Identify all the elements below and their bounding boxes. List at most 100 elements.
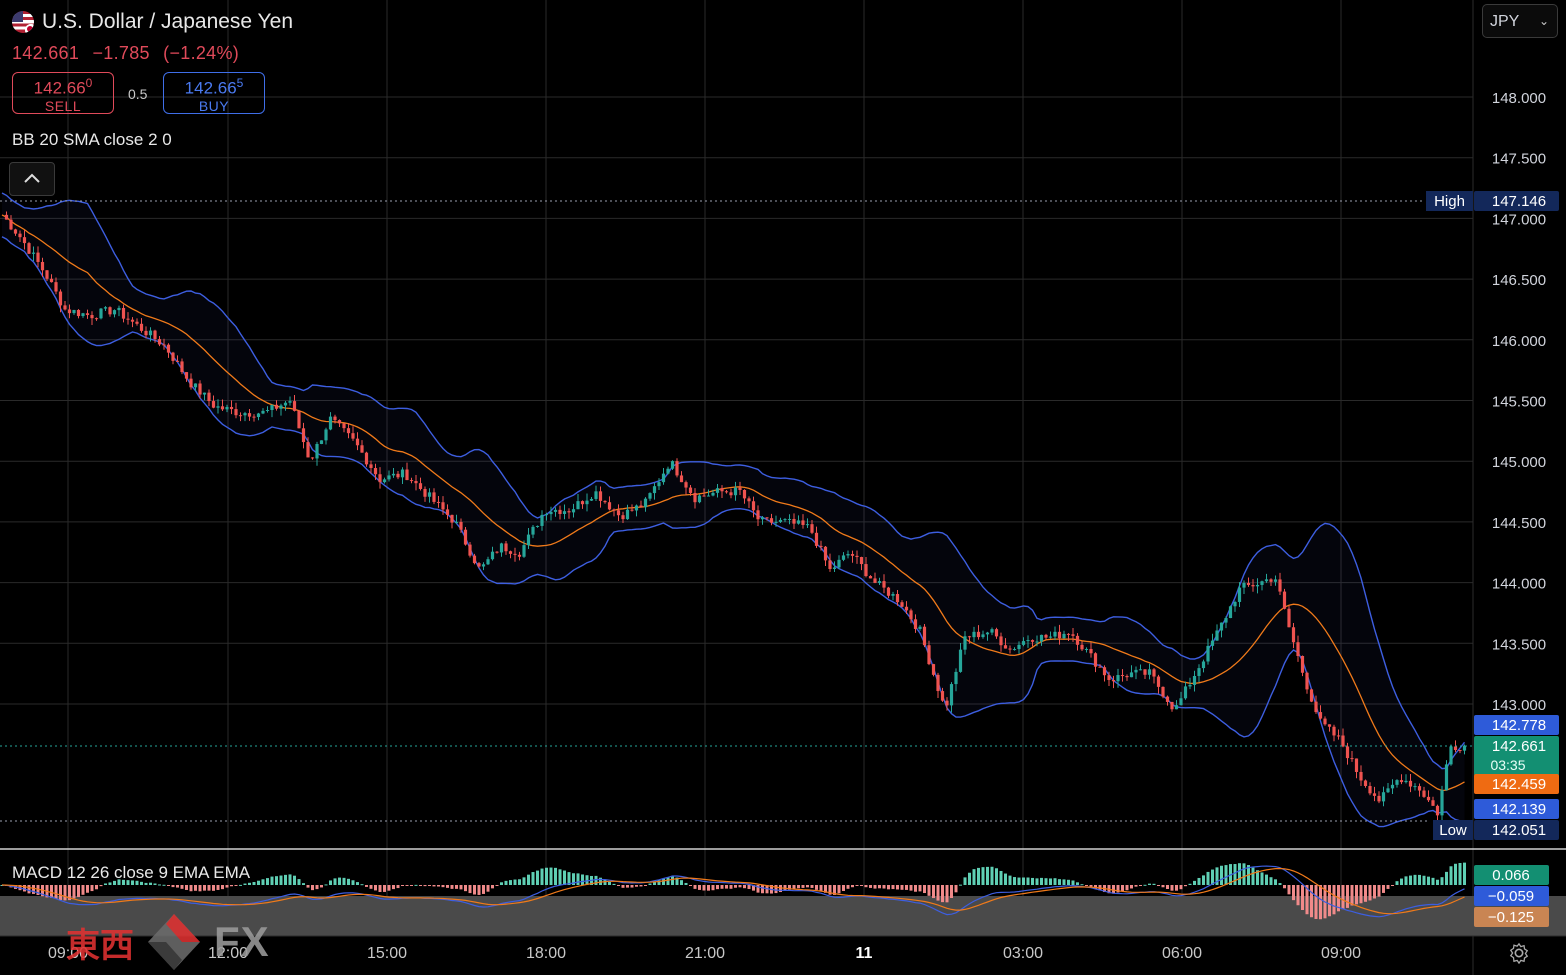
- currency-select[interactable]: JPY ⌄: [1482, 4, 1558, 38]
- macd-hist-bar: [63, 885, 67, 901]
- macd-hist-bar: [1049, 878, 1052, 885]
- candle-body: [850, 554, 855, 556]
- candle-body: [805, 524, 810, 526]
- candle-body: [1435, 805, 1440, 816]
- candle-body: [954, 671, 958, 685]
- macd-hist-bar: [779, 885, 782, 893]
- candle-body: [679, 475, 684, 483]
- candle-body: [1242, 582, 1246, 588]
- macd-hist-bar: [1157, 885, 1160, 886]
- candle-body: [189, 378, 193, 388]
- candle-body: [1174, 705, 1179, 710]
- candle-body: [1237, 587, 1242, 602]
- macd-hist-bar: [1350, 885, 1354, 906]
- candle-body: [1395, 780, 1399, 785]
- macd-hist-bar: [1373, 885, 1376, 899]
- candle-body: [963, 636, 967, 650]
- macd-hist-bar: [1125, 885, 1129, 891]
- macd-hist-bar: [1148, 883, 1151, 885]
- watermark-logo-icon: [148, 914, 200, 970]
- macd-hist-bar: [869, 885, 872, 888]
- candle-body: [103, 307, 108, 309]
- settings-gear-icon[interactable]: [1508, 942, 1530, 964]
- macd-value: −0.059: [1488, 888, 1534, 905]
- candle-body: [1030, 640, 1035, 642]
- candle-body: [211, 401, 216, 408]
- macd-hist-bar: [252, 882, 256, 885]
- macd-hist-bar: [189, 885, 193, 892]
- watermark-kanji: 東西: [66, 925, 134, 966]
- candle-body: [157, 339, 162, 345]
- candle-body: [985, 632, 990, 635]
- candle-body: [508, 551, 513, 554]
- macd-hist-bar: [342, 877, 346, 885]
- candle-body: [828, 560, 832, 569]
- candle-body: [1215, 630, 1219, 641]
- candle-body: [661, 473, 666, 483]
- macd-hist-bar: [446, 885, 449, 888]
- candle-body: [810, 524, 814, 533]
- macd-hist-bar: [387, 885, 391, 891]
- macd-hist-bar: [995, 868, 998, 885]
- candle-body: [702, 495, 706, 497]
- candle-body: [481, 564, 486, 567]
- macd-hist-bar: [684, 882, 688, 885]
- y-tick-label: 148.000: [1492, 90, 1546, 107]
- macd-hist-bar: [860, 885, 863, 886]
- x-tick-label: 06:00: [1162, 945, 1202, 962]
- candle-body: [612, 509, 616, 511]
- macd-hist-bar: [954, 885, 958, 893]
- macd-hist-bar: [225, 885, 229, 888]
- bollinger-legend[interactable]: BB 20 SMA close 2 0: [12, 130, 172, 150]
- macd-hist-bar: [180, 885, 184, 889]
- candle-body: [999, 636, 1003, 646]
- candle-body: [1336, 735, 1341, 737]
- collapse-legend-button[interactable]: [9, 162, 55, 196]
- candle-body: [1089, 648, 1093, 654]
- candle-body: [1413, 786, 1417, 788]
- macd-hist-bar: [1202, 875, 1205, 885]
- candle-body: [463, 529, 468, 545]
- candle-body: [261, 410, 265, 414]
- sell-button[interactable]: 142.660 SELL: [12, 72, 114, 114]
- macd-hist-bar: [806, 885, 809, 888]
- macd-hist-bar: [351, 880, 355, 885]
- candle-body: [139, 323, 144, 331]
- macd-hist-bar: [1391, 885, 1394, 886]
- macd-hist-bar: [1269, 877, 1273, 885]
- macd-hist-bar: [432, 885, 436, 887]
- macd-hist-bar: [527, 874, 530, 885]
- candle-body: [931, 664, 936, 675]
- candle-body: [522, 545, 526, 557]
- spread-value: 0.5: [128, 86, 148, 102]
- macd-legend[interactable]: MACD 12 26 close 9 EMA EMA: [12, 863, 250, 883]
- macd-hist-bar: [1161, 885, 1165, 888]
- macd-hist-bar: [671, 875, 674, 885]
- macd-hist-bar: [1089, 885, 1093, 887]
- candle-body: [576, 501, 580, 510]
- macd-hist-bar: [797, 885, 800, 889]
- candle-body: [9, 219, 13, 230]
- candle-body: [409, 480, 414, 482]
- macd-hist-bar: [1026, 877, 1030, 885]
- macd-hist-bar: [509, 880, 512, 885]
- macd-hist-bar: [999, 870, 1003, 885]
- price-tag-value: 142.051: [1492, 822, 1546, 839]
- candle-body: [742, 489, 747, 499]
- macd-hist-bar: [864, 885, 868, 888]
- candle-body: [1309, 689, 1314, 702]
- sell-label: SELL: [44, 97, 82, 114]
- price-chart[interactable]: 148.000 147.500 147.000 146.500 146.000 145.5…: [0, 0, 1566, 975]
- candle-body: [1206, 645, 1210, 662]
- candle-body: [616, 510, 621, 516]
- macd-hist-bar: [248, 882, 251, 885]
- symbol-header: U.S. Dollar / Japanese Yen: [12, 10, 293, 34]
- candle-body: [324, 429, 328, 441]
- macd-hist-bar: [608, 881, 611, 885]
- candle-body: [288, 401, 292, 403]
- candle-body: [207, 392, 211, 402]
- candle-body: [913, 619, 918, 629]
- candle-body: [1170, 701, 1174, 710]
- macd-hist-bar: [842, 885, 845, 891]
- buy-button[interactable]: 142.665 BUY: [163, 72, 265, 114]
